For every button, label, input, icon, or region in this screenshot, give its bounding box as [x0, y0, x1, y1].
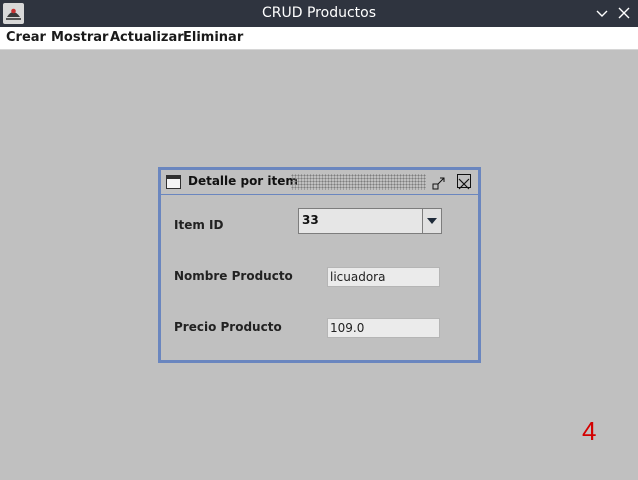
precio-producto-value: 109.0 — [330, 321, 365, 335]
close-button[interactable] — [614, 2, 634, 24]
restore-button[interactable] — [432, 175, 445, 190]
frame-window-icon — [166, 175, 181, 189]
overlay-number: 4 — [582, 416, 597, 446]
chevron-down-icon — [596, 10, 608, 17]
nombre-producto-field[interactable]: licuadora — [327, 267, 440, 287]
minimize-button[interactable] — [592, 2, 612, 24]
item-id-label: Item ID — [174, 218, 224, 232]
close-icon — [618, 7, 630, 19]
titlebar-grip — [291, 174, 426, 190]
menu-mostrar[interactable]: Mostrar — [51, 30, 108, 45]
internal-frame-title: Detalle por item — [188, 174, 298, 188]
dropdown-arrow-icon[interactable] — [422, 209, 441, 233]
window-titlebar: CRUD Productos — [0, 0, 638, 27]
menu-actualizar[interactable]: Actualizar — [110, 30, 184, 45]
menu-bar: Crear Mostrar Actualizar Eliminar — [0, 27, 638, 50]
restore-icon — [432, 177, 445, 190]
menu-eliminar[interactable]: Eliminar — [183, 30, 243, 45]
precio-producto-label: Precio Producto — [174, 320, 282, 334]
item-id-combobox[interactable]: 33 — [298, 208, 442, 234]
internal-close-button[interactable] — [457, 174, 471, 190]
window-title: CRUD Productos — [262, 5, 376, 21]
close-icon — [458, 178, 470, 190]
nombre-producto-label: Nombre Producto — [174, 269, 293, 283]
item-id-value: 33 — [302, 213, 319, 227]
precio-producto-field[interactable]: 109.0 — [327, 318, 440, 338]
internal-frame-titlebar[interactable]: Detalle por item — [161, 170, 478, 195]
menu-crear[interactable]: Crear — [6, 30, 46, 45]
nombre-producto-value: licuadora — [330, 270, 386, 284]
detail-internal-frame: Detalle por item Item ID 33 Nombre Produ… — [158, 167, 481, 363]
